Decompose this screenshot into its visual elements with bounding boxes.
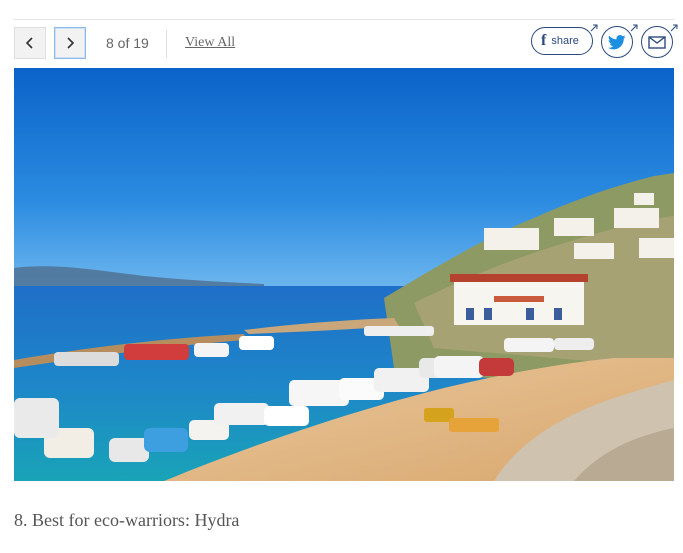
chevron-left-icon bbox=[25, 37, 33, 49]
slide-caption: 8. Best for eco-warriors: Hydra bbox=[14, 510, 240, 530]
twitter-share-button[interactable] bbox=[601, 26, 633, 58]
email-icon bbox=[648, 35, 666, 49]
facebook-share-button[interactable]: f share bbox=[531, 27, 593, 55]
next-slide-button[interactable] bbox=[54, 27, 86, 59]
top-divider bbox=[14, 19, 674, 20]
external-arrow-icon bbox=[590, 24, 598, 32]
external-arrow-icon bbox=[630, 24, 638, 32]
email-share-button[interactable] bbox=[641, 26, 673, 58]
twitter-icon bbox=[608, 34, 626, 49]
toolbar-divider bbox=[166, 30, 167, 58]
previous-slide-button[interactable] bbox=[14, 27, 46, 59]
slide-counter: 8 of 19 bbox=[106, 35, 149, 51]
gallery-toolbar: 8 of 19 View All f share bbox=[14, 24, 678, 62]
external-arrow-icon bbox=[670, 24, 678, 32]
slide-image bbox=[14, 68, 674, 481]
view-all-link[interactable]: View All bbox=[185, 35, 235, 51]
facebook-share-label: share bbox=[551, 35, 579, 47]
harbour-photo bbox=[14, 68, 674, 481]
facebook-icon: f bbox=[541, 32, 547, 49]
chevron-right-icon bbox=[67, 37, 75, 49]
